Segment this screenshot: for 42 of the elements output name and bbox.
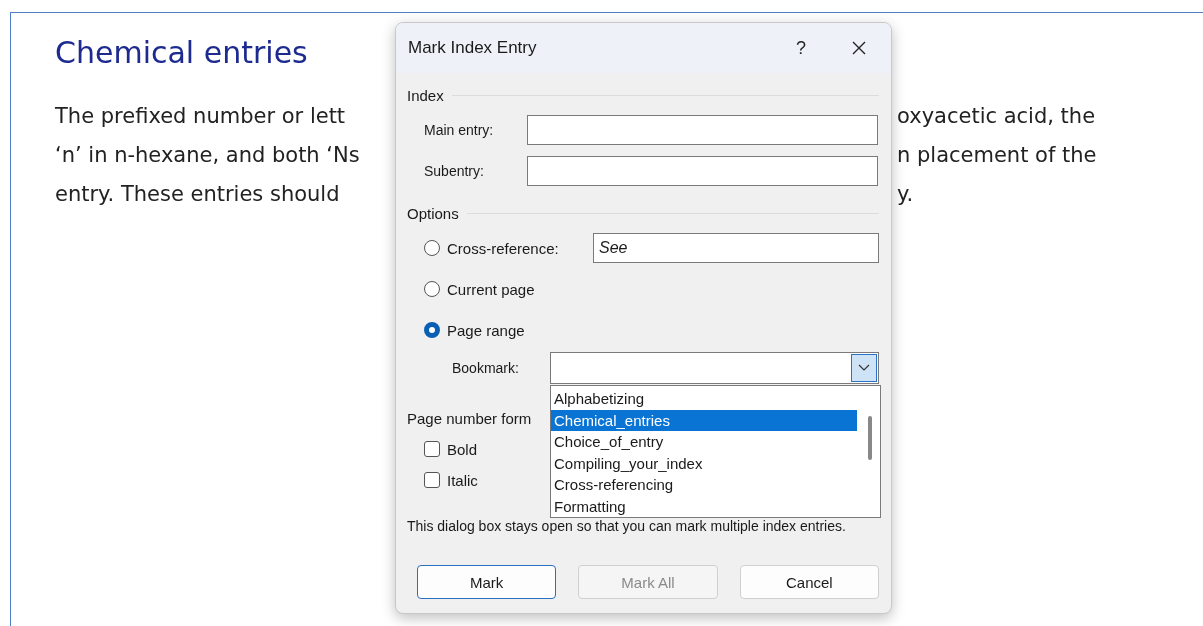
- section-label: Options: [407, 204, 459, 222]
- chevron-icon: [858, 364, 870, 372]
- radio-label: Page range: [447, 321, 525, 339]
- bookmark-dropdown[interactable]: [549, 352, 879, 384]
- field-label: Main entry:: [424, 122, 495, 138]
- field-label: Subentry:: [424, 163, 485, 179]
- input-field[interactable]: See: [593, 233, 879, 263]
- input-field[interactable]: [527, 156, 878, 186]
- document-heading: Chemical entries: [55, 35, 308, 70]
- body-text: entry. These entries should: [55, 181, 340, 206]
- list-item[interactable]: Chemical_entries: [551, 409, 857, 431]
- radio-button[interactable]: [424, 281, 440, 297]
- list-item[interactable]: Compiling_your_index: [551, 452, 857, 474]
- window-title: Mark Index Entry: [408, 38, 538, 58]
- input-field[interactable]: [527, 115, 878, 145]
- checkbox-label: Italic: [447, 471, 478, 489]
- list-item[interactable]: Alphabetizing: [551, 388, 857, 410]
- body-text: oxyacetic acid, the: [897, 103, 1096, 128]
- dialog-button[interactable]: Mark: [417, 565, 557, 599]
- list-item[interactable]: Choice_of_entry: [551, 431, 857, 453]
- close-icon: [851, 40, 867, 56]
- body-text: The prefixed number or lett: [55, 103, 346, 128]
- note-text: This dialog box stays open so that you can mark multiple index entries.: [407, 517, 847, 536]
- scrollbar-thumb[interactable]: [868, 416, 872, 460]
- radio-label: Cross-reference:: [447, 239, 560, 257]
- group-label: Page number form: [407, 410, 532, 429]
- radio-button[interactable]: [424, 240, 440, 256]
- checkbox-label: Bold: [447, 440, 478, 458]
- radio-button[interactable]: [424, 322, 440, 338]
- list-item[interactable]: Cross-referencing: [551, 474, 857, 496]
- list-item[interactable]: Formatting: [551, 495, 857, 517]
- body-text: y.: [897, 181, 914, 206]
- body-text: ‘n’ in n-hexane, and both ‘Ns: [55, 142, 360, 167]
- checkbox[interactable]: [424, 441, 440, 457]
- section-label: Index: [407, 86, 444, 104]
- field-label: Bookmark:: [452, 360, 520, 376]
- checkbox[interactable]: [424, 472, 440, 488]
- body-text: n placement of the: [897, 142, 1097, 167]
- help-button[interactable]: ?: [781, 32, 821, 64]
- dropdown-button[interactable]: [851, 354, 877, 382]
- dialog-button[interactable]: Cancel: [739, 565, 879, 599]
- radio-label: Current page: [447, 280, 535, 298]
